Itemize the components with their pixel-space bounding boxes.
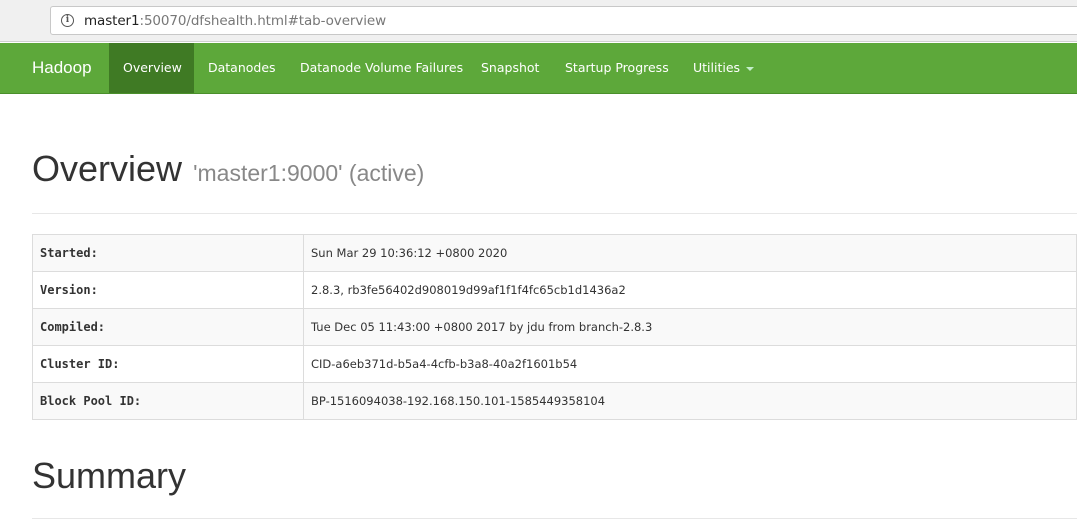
nav-utilities-label: Utilities <box>693 60 741 75</box>
nav-snapshot[interactable]: Snapshot <box>467 43 553 93</box>
table-row: Version: 2.8.3, rb3fe56402d908019d99af1f… <box>32 271 1077 309</box>
nav-startup-progress[interactable]: Startup Progress <box>551 43 683 93</box>
table-row: Started: Sun Mar 29 10:36:12 +0800 2020 <box>32 234 1077 272</box>
table-row: Cluster ID: CID-a6eb371d-b5a4-4cfb-b3a8-… <box>32 345 1077 383</box>
nav-utilities-dropdown[interactable]: Utilities <box>679 43 768 93</box>
url-path: :50070/dfshealth.html#tab-overview <box>139 13 387 29</box>
browser-toolbar: i master1:50070/dfshealth.html#tab-overv… <box>0 0 1077 42</box>
navbar: Hadoop Overview Datanodes Datanode Volum… <box>0 43 1077 94</box>
page-title: Overview <box>32 148 183 189</box>
row-value: Tue Dec 05 11:43:00 +0800 2017 by jdu fr… <box>303 308 1077 346</box>
row-key: Cluster ID: <box>32 345 304 383</box>
caret-down-icon <box>746 66 755 71</box>
row-value: Sun Mar 29 10:36:12 +0800 2020 <box>303 234 1077 272</box>
page-subtitle: 'master1:9000' (active) <box>193 160 425 186</box>
brand-logo-text[interactable]: Hadoop <box>32 58 92 78</box>
row-value: CID-a6eb371d-b5a4-4cfb-b3a8-40a2f1601b54 <box>303 345 1077 383</box>
row-value: 2.8.3, rb3fe56402d908019d99af1f1f4fc65cb… <box>303 271 1077 309</box>
row-key: Started: <box>32 234 304 272</box>
nav-overview[interactable]: Overview <box>109 43 194 93</box>
table-row: Compiled: Tue Dec 05 11:43:00 +0800 2017… <box>32 308 1077 346</box>
address-bar[interactable]: i master1:50070/dfshealth.html#tab-overv… <box>50 6 1077 35</box>
nav-datanodes[interactable]: Datanodes <box>194 43 290 93</box>
table-row: Block Pool ID: BP-1516094038-192.168.150… <box>32 382 1077 420</box>
row-value: BP-1516094038-192.168.150.101-1585449358… <box>303 382 1077 420</box>
url-host: master1 <box>84 13 140 29</box>
row-key: Version: <box>32 271 304 309</box>
summary-heading: Summary <box>32 455 187 496</box>
page-header: Overview 'master1:9000' (active) <box>32 148 424 190</box>
nav-datanode-volume-failures[interactable]: Datanode Volume Failures <box>286 43 477 93</box>
row-key: Compiled: <box>32 308 304 346</box>
row-key: Block Pool ID: <box>32 382 304 420</box>
overview-table: Started: Sun Mar 29 10:36:12 +0800 2020 … <box>32 234 1077 420</box>
divider <box>32 213 1077 214</box>
url-text[interactable]: master1:50070/dfshealth.html#tab-overvie… <box>84 13 386 29</box>
info-icon[interactable]: i <box>61 14 74 27</box>
